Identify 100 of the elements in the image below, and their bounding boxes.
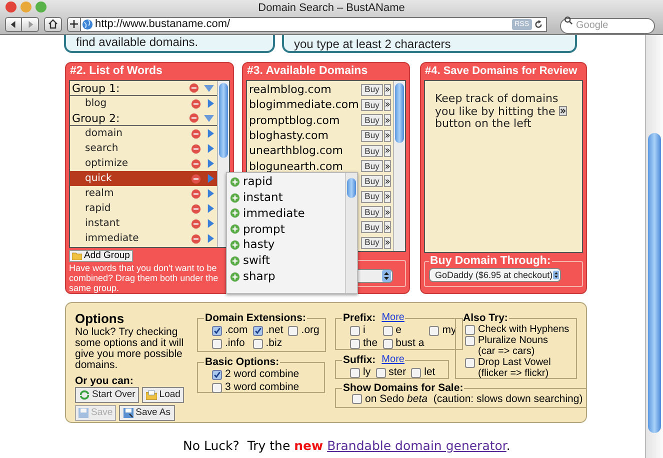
checkbox[interactable] — [288, 326, 298, 336]
right-triangle-icon[interactable] — [207, 99, 214, 108]
scrollbar[interactable] — [345, 173, 357, 293]
remove-icon[interactable] — [191, 234, 201, 244]
save-arrow-button[interactable] — [384, 114, 391, 126]
remove-icon[interactable] — [191, 218, 201, 228]
remove-icon[interactable] — [191, 158, 201, 168]
more-link[interactable]: More — [382, 312, 404, 324]
double-chevron-icon — [385, 102, 390, 108]
word-row[interactable]: domain — [70, 126, 217, 141]
generator-link[interactable]: Brandable domain generator — [327, 438, 506, 453]
checkbox[interactable] — [382, 338, 393, 348]
add-icon — [230, 240, 240, 250]
checkbox[interactable] — [376, 368, 386, 378]
checkbox-label: .net — [266, 325, 284, 336]
more-link[interactable]: More — [382, 354, 404, 366]
remove-icon[interactable] — [191, 174, 201, 184]
checkbox[interactable] — [252, 338, 263, 348]
checkbox[interactable] — [429, 326, 440, 336]
checkbox[interactable] — [465, 336, 475, 346]
scrollbar[interactable] — [645, 35, 663, 458]
suggestion-item[interactable]: swift — [227, 252, 345, 269]
save-arrow-button[interactable] — [384, 130, 391, 142]
save-arrow-button[interactable] — [384, 98, 391, 111]
checkbox-label: .biz — [266, 338, 282, 349]
checkbox[interactable] — [411, 368, 422, 378]
suggestion-item[interactable]: immediate — [227, 206, 345, 222]
buy-button[interactable]: Buy — [361, 206, 383, 218]
forward-button[interactable] — [22, 16, 39, 32]
remove-icon[interactable] — [189, 83, 199, 93]
checkbox-label: e — [396, 325, 402, 336]
word-row[interactable]: blog — [70, 96, 217, 111]
checkbox[interactable] — [212, 338, 222, 348]
word-row[interactable]: instant — [70, 216, 217, 231]
checkbox[interactable] — [350, 338, 360, 348]
save-arrow-button[interactable] — [384, 160, 391, 172]
search-field[interactable]: Google — [560, 18, 655, 34]
add-bookmark-button[interactable] — [67, 16, 81, 32]
globe-icon — [82, 18, 93, 30]
checkbox[interactable] — [252, 326, 263, 336]
checkbox[interactable] — [212, 326, 222, 336]
save-arrow-button[interactable] — [384, 236, 391, 249]
save-arrow-button[interactable] — [384, 190, 391, 203]
close-icon[interactable] — [5, 1, 17, 13]
buy-button[interactable]: Buy — [361, 160, 383, 172]
remove-icon[interactable] — [191, 98, 201, 108]
buy-button[interactable]: Buy — [361, 114, 383, 126]
remove-icon[interactable] — [189, 113, 199, 123]
word-row[interactable]: realm — [70, 186, 217, 201]
remove-icon[interactable] — [191, 144, 201, 154]
checkbox[interactable] — [465, 325, 475, 335]
checkbox[interactable] — [352, 394, 362, 404]
disclosure-triangle-icon[interactable] — [204, 84, 214, 92]
disclosure-triangle-icon[interactable] — [204, 114, 214, 122]
buy-button[interactable]: Buy — [361, 221, 383, 234]
checkbox[interactable] — [382, 326, 393, 336]
checkbox[interactable] — [350, 326, 360, 336]
registrar-dropdown[interactable]: GoDaddy ($6.95 at checkout) — [429, 268, 561, 282]
checkbox[interactable] — [212, 382, 222, 392]
buy-button[interactable]: Buy — [361, 130, 383, 142]
back-button[interactable] — [5, 16, 22, 32]
remove-icon[interactable] — [191, 128, 201, 138]
buy-button[interactable]: Buy — [361, 144, 383, 157]
suggestion-item[interactable]: sharp — [227, 268, 345, 285]
panel-title: #4. Save Domains for Review — [424, 64, 578, 79]
double-chevron-icon — [385, 194, 390, 200]
buy-button[interactable]: Buy — [361, 84, 383, 96]
checkbox[interactable] — [350, 368, 360, 378]
suggestion-item[interactable]: hasty — [227, 237, 345, 253]
suggestion-item[interactable]: prompt — [227, 221, 345, 238]
suggestion-item[interactable]: instant — [227, 190, 345, 206]
checkbox[interactable] — [212, 370, 222, 380]
scrollbar[interactable] — [393, 81, 405, 251]
suggestion-item[interactable]: rapid — [227, 174, 345, 190]
save-arrow-button[interactable] — [384, 175, 391, 188]
save-arrow-button[interactable] — [384, 144, 391, 157]
save-arrow-button[interactable] — [384, 221, 391, 234]
buy-button[interactable]: Buy — [361, 98, 383, 111]
action-button[interactable]: Start Over — [75, 387, 140, 403]
add-group-button[interactable]: Add Group — [69, 250, 133, 262]
remove-icon[interactable] — [191, 188, 201, 198]
word-row[interactable]: rapid — [70, 201, 217, 216]
action-button[interactable]: Load — [142, 387, 184, 403]
buy-button[interactable]: Buy — [361, 175, 383, 188]
zoom-icon[interactable] — [35, 1, 47, 13]
word-row[interactable]: search — [70, 141, 217, 156]
buy-button[interactable]: Buy — [361, 190, 383, 203]
remove-icon[interactable] — [191, 204, 201, 214]
buy-button[interactable]: Buy — [361, 236, 383, 249]
checkbox[interactable] — [465, 358, 475, 368]
word-row[interactable]: optimize — [70, 156, 217, 171]
options-title: Options — [75, 312, 126, 326]
checkbox-label: .info — [225, 338, 245, 349]
save-arrow-button[interactable] — [384, 206, 391, 218]
word-row[interactable]: quick — [70, 171, 217, 186]
save-arrow-button[interactable] — [384, 84, 391, 96]
home-button[interactable] — [44, 16, 62, 32]
word-row[interactable]: immediate — [70, 231, 217, 246]
action-button[interactable]: Save As — [118, 405, 175, 421]
reload-icon[interactable] — [534, 20, 543, 28]
